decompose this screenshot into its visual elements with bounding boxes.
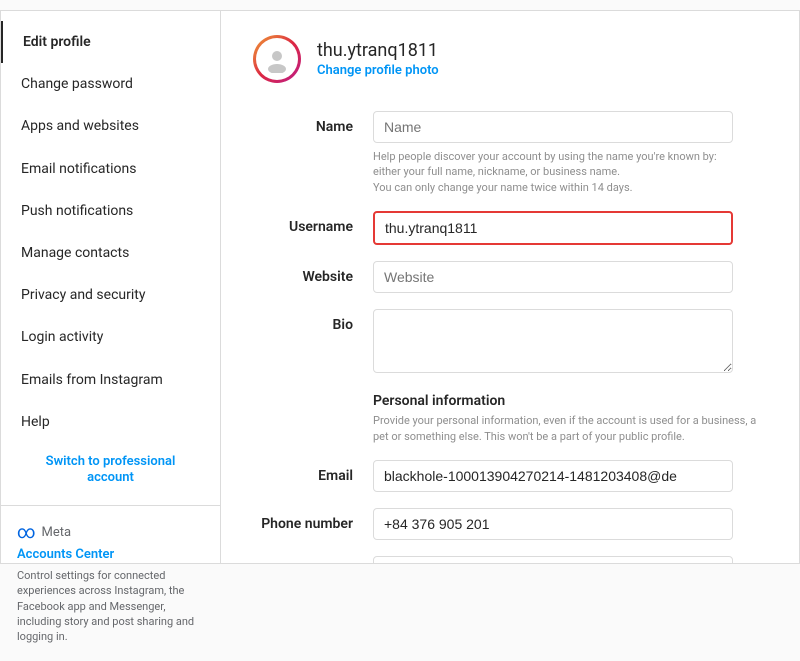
phone-row: Phone number — [253, 508, 767, 540]
change-photo-link[interactable]: Change profile photo — [317, 63, 439, 78]
bio-row: Bio — [253, 309, 767, 377]
meta-icon: ∞ — [17, 522, 36, 543]
gender-input[interactable] — [373, 556, 733, 563]
avatar — [253, 35, 301, 83]
switch-professional-link[interactable]: Switch to professional account — [46, 454, 176, 485]
sidebar-item-help[interactable]: Help — [1, 401, 220, 443]
sidebar-item-privacy-security[interactable]: Privacy and security — [1, 274, 220, 316]
website-row: Website — [253, 261, 767, 293]
website-input[interactable] — [373, 261, 733, 293]
personal-info-title: Personal information — [373, 393, 767, 409]
meta-logo-text: Meta — [42, 525, 72, 540]
personal-info-description: Provide your personal information, even … — [373, 413, 767, 444]
username-field — [373, 211, 733, 245]
sidebar-item-login-activity[interactable]: Login activity — [1, 316, 220, 358]
username-label: Username — [253, 211, 373, 235]
accounts-center-link[interactable]: Accounts Center — [17, 547, 204, 562]
main-content: thu.ytranq1811 Change profile photo Name… — [221, 11, 799, 563]
meta-logo: ∞ Meta — [17, 522, 204, 543]
phone-input[interactable] — [373, 508, 733, 540]
avatar-image — [256, 38, 298, 80]
email-row: Email — [253, 460, 767, 492]
profile-header: thu.ytranq1811 Change profile photo — [253, 35, 767, 83]
name-field: Help people discover your account by usi… — [373, 111, 733, 195]
gender-label: Gender — [253, 556, 373, 563]
sidebar-item-change-password[interactable]: Change password — [1, 63, 220, 105]
website-field — [373, 261, 733, 293]
sidebar-item-edit-profile[interactable]: Edit profile — [1, 21, 220, 63]
bio-label: Bio — [253, 309, 373, 333]
sidebar-item-email-notifications[interactable]: Email notifications — [1, 148, 220, 190]
bio-field — [373, 309, 733, 377]
profile-info-header: thu.ytranq1811 Change profile photo — [317, 40, 439, 78]
meta-description: Control settings for connected experienc… — [17, 568, 204, 645]
name-help: Help people discover your account by usi… — [373, 149, 733, 195]
gender-row: Gender — [253, 556, 767, 563]
sidebar-item-apps-websites[interactable]: Apps and websites — [1, 105, 220, 147]
phone-label: Phone number — [253, 508, 373, 532]
username-input[interactable] — [373, 211, 733, 245]
sidebar-item-manage-contacts[interactable]: Manage contacts — [1, 232, 220, 274]
sidebar-item-push-notifications[interactable]: Push notifications — [1, 190, 220, 232]
sidebar: Edit profile Change password Apps and we… — [1, 11, 221, 563]
name-input[interactable] — [373, 111, 733, 143]
gender-field — [373, 556, 733, 563]
email-input[interactable] — [373, 460, 733, 492]
bio-input[interactable] — [373, 309, 733, 373]
profile-username: thu.ytranq1811 — [317, 40, 439, 61]
sidebar-meta: ∞ Meta Accounts Center Control settings … — [1, 505, 220, 661]
username-row: Username — [253, 211, 767, 245]
phone-field — [373, 508, 733, 540]
sidebar-item-emails-instagram[interactable]: Emails from Instagram — [1, 359, 220, 401]
personal-info-block: Personal information Provide your person… — [373, 393, 767, 444]
sidebar-nav: Edit profile Change password Apps and we… — [1, 21, 220, 505]
website-label: Website — [253, 261, 373, 285]
name-label: Name — [253, 111, 373, 135]
sidebar-professional: Switch to professional account — [1, 443, 220, 505]
email-field — [373, 460, 733, 492]
email-label: Email — [253, 460, 373, 484]
name-row: Name Help people discover your account b… — [253, 111, 767, 195]
